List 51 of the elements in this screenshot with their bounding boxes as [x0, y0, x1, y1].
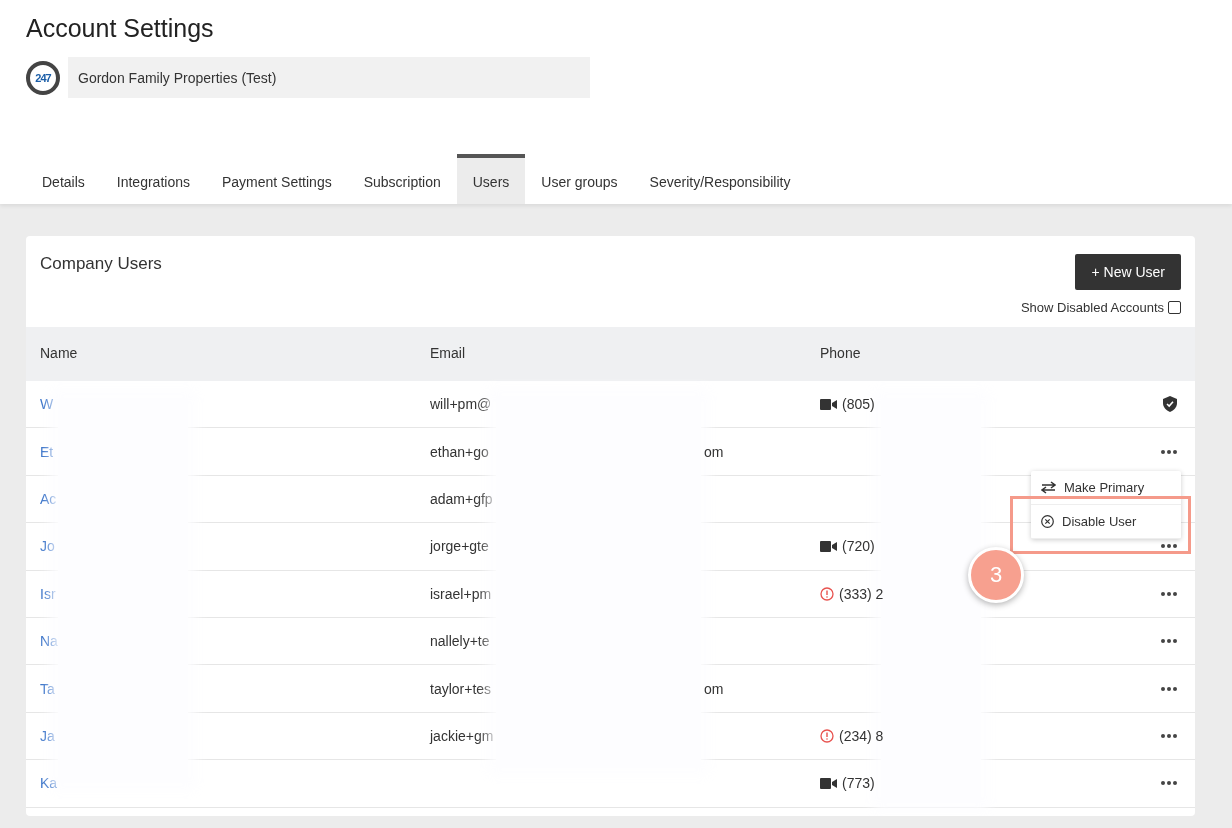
tab[interactable]: Payment Settings: [205, 154, 348, 204]
alert-icon: [820, 728, 834, 743]
column-header: Name: [26, 327, 416, 381]
video-camera-icon: [820, 777, 837, 789]
email-text: jackie+gm: [430, 727, 495, 744]
email-text: will+pm@: [430, 396, 493, 413]
email-text: nallely+te: [430, 633, 491, 650]
new-user-button[interactable]: + New User: [1075, 254, 1181, 290]
tab[interactable]: Details: [26, 154, 101, 204]
swap-arrows-icon: [1041, 481, 1056, 494]
email-text: ethan+go: [430, 443, 490, 460]
email-text: israel+pm: [430, 585, 493, 602]
more-icon[interactable]: [1161, 781, 1177, 786]
company-name-field[interactable]: Gordon Family Properties (Test): [68, 57, 590, 98]
phone-text: (805): [842, 396, 875, 413]
phone-text: (720): [842, 538, 875, 555]
tab[interactable]: Subscription: [347, 154, 457, 204]
column-header: Phone: [806, 327, 1135, 381]
user-name-link[interactable]: Ja: [40, 727, 55, 744]
video-camera-icon: [820, 398, 837, 410]
video-camera-icon: [820, 540, 837, 552]
phone-text: (234) 8: [839, 727, 884, 744]
tab[interactable]: Integrations: [100, 154, 206, 204]
email-text: om: [704, 443, 724, 460]
more-icon[interactable]: [1161, 449, 1177, 454]
phone-text: (333) 2: [839, 585, 884, 602]
more-icon[interactable]: [1161, 733, 1177, 738]
email-text: adam+gfp: [430, 490, 494, 507]
card-title: Company Users: [40, 254, 162, 275]
more-icon[interactable]: [1161, 639, 1177, 644]
alert-icon: [820, 586, 834, 601]
tab[interactable]: Severity/Responsibility: [633, 154, 807, 204]
show-disabled-label: Show Disabled Accounts: [1020, 300, 1164, 315]
user-name-link[interactable]: Ka: [40, 775, 58, 792]
phone-text: (773): [842, 775, 875, 792]
email-text: taylor+tes: [430, 680, 493, 697]
column-header: Email: [416, 327, 806, 381]
email-text: om: [704, 680, 724, 697]
more-icon[interactable]: [1161, 686, 1177, 691]
circle-x-icon: [1041, 515, 1054, 528]
page-title: Account Settings: [26, 14, 215, 43]
user-name-link[interactable]: Et: [40, 443, 54, 460]
tab[interactable]: Users: [456, 154, 526, 204]
tab[interactable]: User groups: [525, 154, 634, 204]
more-icon[interactable]: [1161, 544, 1177, 549]
more-icon[interactable]: [1161, 591, 1177, 596]
menu-item[interactable]: Make Primary: [1031, 471, 1181, 505]
email-text: jorge+gte: [430, 538, 490, 555]
company-logo: 247: [26, 60, 60, 95]
shield-check-icon: [1163, 396, 1177, 413]
menu-item[interactable]: Disable User: [1031, 505, 1181, 539]
